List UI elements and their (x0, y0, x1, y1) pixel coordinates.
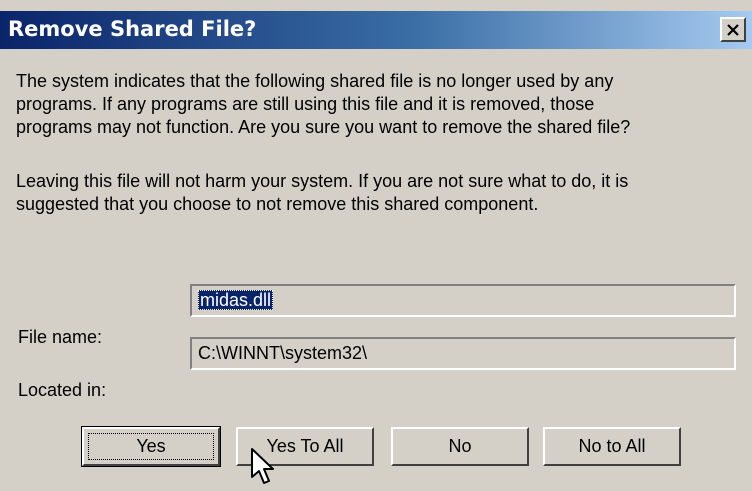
message-line: Leaving this file will not harm your sys… (16, 171, 629, 191)
close-icon (727, 23, 739, 36)
located-in-field[interactable]: C:\WINNT\system32\ (190, 337, 736, 370)
no-to-all-button[interactable]: No to All (543, 427, 681, 466)
message-paragraph-2: Leaving this file will not harm your sys… (16, 170, 736, 216)
file-name-field[interactable]: midas.dll (190, 284, 736, 317)
message-line: programs. If any programs are still usin… (16, 94, 595, 114)
file-name-value: midas.dll (198, 290, 274, 310)
message-line: suggested that you choose to not remove … (16, 194, 539, 214)
title-bar[interactable]: Remove Shared File? (0, 11, 752, 49)
remove-shared-file-dialog: Remove Shared File? The system indicates… (0, 0, 752, 491)
message-paragraph-1: The system indicates that the following … (16, 70, 736, 139)
file-name-label: File name: (18, 327, 103, 347)
close-button[interactable] (720, 17, 746, 42)
dialog-title: Remove Shared File? (8, 17, 257, 41)
mouse-pointer-icon (251, 448, 274, 484)
no-button[interactable]: No (391, 427, 529, 466)
message-line: The system indicates that the following … (16, 71, 614, 91)
located-in-value: C:\WINNT\system32\ (198, 343, 368, 363)
message-line: programs may not function. Are you sure … (16, 117, 631, 137)
yes-button[interactable]: Yes (81, 426, 221, 467)
located-in-label: Located in: (18, 380, 107, 400)
